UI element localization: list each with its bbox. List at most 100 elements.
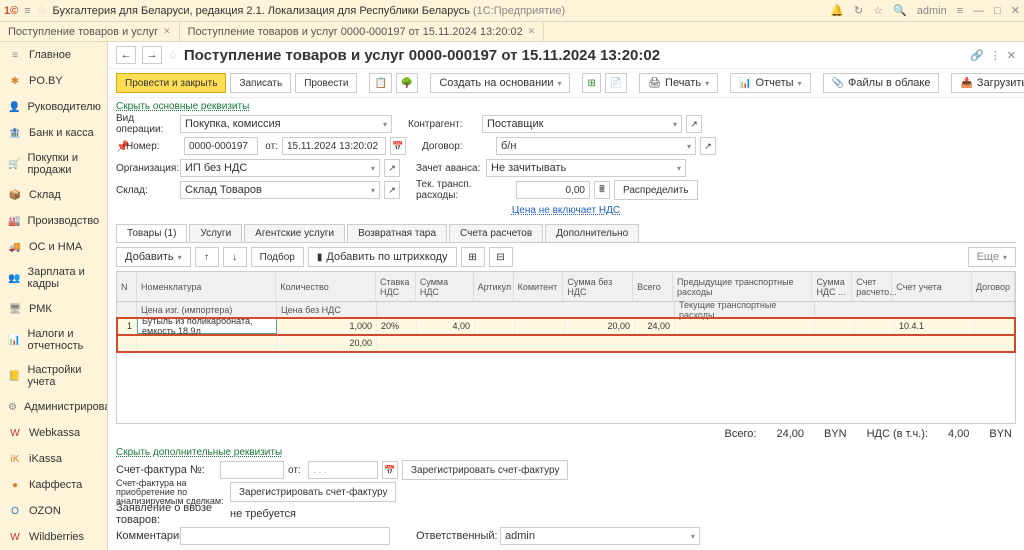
ic2[interactable]: ⊟ [489, 247, 513, 267]
tree-icon[interactable]: 🌳 [396, 73, 418, 93]
link-icon[interactable]: 🔗 [970, 49, 984, 62]
sidebar-item-17[interactable]: WWildberries [0, 524, 107, 550]
sidebar-item-13[interactable]: WWebkassa [0, 420, 107, 446]
sidebar-item-7[interactable]: 🚚ОС и НМА [0, 234, 107, 260]
calendar-icon[interactable]: 📅 [390, 137, 406, 155]
sidebar-item-3[interactable]: 🏦Банк и касса [0, 120, 107, 146]
sidebar-item-6[interactable]: 🏭Производство [0, 208, 107, 234]
col-n[interactable]: N [117, 272, 137, 301]
op-type-field[interactable]: Покупка, комиссия▾ [180, 115, 392, 133]
close-icon[interactable]: ✕ [1011, 4, 1020, 17]
up-icon[interactable]: ↑ [195, 247, 219, 267]
reg-sf-button[interactable]: Зарегистрировать счет-фактуру [402, 460, 568, 480]
num-field[interactable]: 0000-000197 [184, 137, 258, 155]
col-acc1[interactable]: Счет расчето... [852, 272, 892, 301]
open-icon[interactable]: ↗ [686, 115, 702, 133]
ic1[interactable]: ⊞ [461, 247, 485, 267]
maximize-icon[interactable]: □ [994, 5, 1001, 17]
excel-icon[interactable]: ⊞ [582, 73, 600, 93]
col-dog[interactable]: Договор [972, 272, 1015, 301]
post-button[interactable]: Провести [295, 73, 357, 93]
more-button[interactable]: Еще▾ [968, 247, 1016, 267]
col-pricenonds[interactable]: Цена без НДС [277, 302, 377, 317]
sidebar-item-5[interactable]: 📦Склад [0, 182, 107, 208]
write-button[interactable]: Записать [230, 73, 291, 93]
col-nom[interactable]: Номенклатура [137, 272, 276, 301]
search-icon[interactable]: 🔍 [893, 4, 907, 17]
open-icon[interactable]: ↗ [700, 137, 716, 155]
subtab-4[interactable]: Счета расчетов [449, 224, 543, 242]
sidebar-item-1[interactable]: ✱PO.BY [0, 68, 107, 94]
forward-button[interactable]: → [142, 46, 162, 64]
history-icon[interactable]: ↻ [854, 4, 863, 17]
trans-field[interactable]: 0,00 [516, 181, 590, 199]
sidebar-item-12[interactable]: ⚙Администрирование [0, 394, 107, 420]
col-sumnds2[interactable]: Сумма НДС ... [812, 272, 852, 301]
add-row-button[interactable]: Добавить▾ [116, 247, 191, 267]
star-icon[interactable]: ☆ [37, 4, 47, 17]
close-icon[interactable]: ✕ [163, 26, 171, 37]
sidebar-item-11[interactable]: 📒Настройки учета [0, 358, 107, 394]
dk-icon[interactable]: 📋 [369, 73, 391, 93]
sidebar-item-10[interactable]: 📊Налоги и отчетность [0, 322, 107, 358]
col-sumnonds[interactable]: Сумма без НДС [563, 272, 633, 301]
org-field[interactable]: ИП без НДС▾ [180, 159, 380, 177]
user-label[interactable]: admin [917, 5, 947, 17]
options-icon[interactable]: ≡ [957, 5, 963, 17]
comment-field[interactable] [180, 527, 390, 545]
subtab-2[interactable]: Агентские услуги [244, 224, 345, 242]
barcode-button[interactable]: ▮ Добавить по штрихкоду [308, 247, 457, 267]
print-button[interactable]: 🖨 Печать▾ [639, 73, 718, 93]
open-icon[interactable]: ↗ [384, 181, 400, 199]
open-icon[interactable]: ↗ [384, 159, 400, 177]
back-button[interactable]: ← [116, 46, 136, 64]
resp-field[interactable]: admin▾ [500, 527, 700, 545]
sidebar-item-0[interactable]: ≡Главное [0, 42, 107, 68]
contragent-field[interactable]: Поставщик▾ [482, 115, 682, 133]
subtab-3[interactable]: Возвратная тара [347, 224, 447, 242]
sf-date-field[interactable]: . . . [308, 461, 378, 479]
minimize-icon[interactable]: — [973, 5, 984, 17]
col-art[interactable]: Артикул [474, 272, 514, 301]
col-kom[interactable]: Комитент [514, 272, 564, 301]
toggle-extra-link[interactable]: Скрыть дополнительные реквизиты [116, 447, 282, 458]
calendar-icon[interactable]: 📅 [382, 461, 398, 479]
fav-icon[interactable]: ☆ [873, 4, 883, 17]
date-field[interactable]: 15.11.2024 13:20:02 [282, 137, 386, 155]
xml-icon[interactable]: 📄 [605, 73, 627, 93]
col-qty[interactable]: Количество [276, 272, 376, 301]
reports-button[interactable]: 📊 Отчеты▾ [730, 73, 811, 93]
avans-field[interactable]: Не зачитывать▾ [486, 159, 686, 177]
star-icon[interactable]: ☆ [168, 49, 178, 62]
load-button[interactable]: 📥 Загрузить (перезаполнить) из файла [951, 73, 1024, 93]
sidebar-item-4[interactable]: 🛒Покупки и продажи [0, 146, 107, 182]
sidebar-item-14[interactable]: iKiKassa [0, 446, 107, 472]
bell-icon[interactable]: 🔔 [830, 4, 844, 17]
col-priceimp[interactable]: Цена изг. (импортера) [137, 302, 277, 317]
menu-icon[interactable]: ⋮ [990, 49, 1001, 62]
subtab-0[interactable]: Товары (1) [116, 224, 187, 242]
sidebar-item-2[interactable]: 👤Руководителю [0, 94, 107, 120]
down-icon[interactable]: ↓ [223, 247, 247, 267]
post-close-button[interactable]: Провести и закрыть [116, 73, 226, 93]
close-icon[interactable]: ✕ [528, 26, 536, 37]
sidebar-item-16[interactable]: OOZON [0, 498, 107, 524]
table-row-sub[interactable]: 20,00 [117, 335, 1015, 352]
toggle-main-req-link[interactable]: Скрыть основные реквизиты [116, 101, 249, 112]
cloud-button[interactable]: 📎 Файлы в облаке [823, 73, 940, 93]
sklad-field[interactable]: Склад Товаров▾ [180, 181, 380, 199]
col-total[interactable]: Всего [633, 272, 673, 301]
table-row[interactable]: 1 Бутыль из поликарбоната, емкость 18,9л… [117, 318, 1015, 335]
sidebar-item-9[interactable]: 🖥РМК [0, 296, 107, 322]
select-button[interactable]: Подбор [251, 247, 304, 267]
col-rate[interactable]: Ставка НДС [376, 272, 416, 301]
menu-icon[interactable]: ≡ [24, 5, 30, 17]
sidebar-item-8[interactable]: 👥Зарплата и кадры [0, 260, 107, 296]
subtab-5[interactable]: Дополнительно [545, 224, 639, 242]
create-based-button[interactable]: Создать на основании▾ [430, 73, 570, 93]
col-curtrans[interactable]: Текущие транспортные расходы [675, 302, 815, 317]
calc-icon[interactable]: 🖩 [594, 181, 610, 199]
sidebar-item-15[interactable]: ●Каффеста [0, 472, 107, 498]
price-info-link[interactable]: Цена не включает НДС [512, 205, 620, 216]
distribute-button[interactable]: Распределить [614, 180, 698, 200]
